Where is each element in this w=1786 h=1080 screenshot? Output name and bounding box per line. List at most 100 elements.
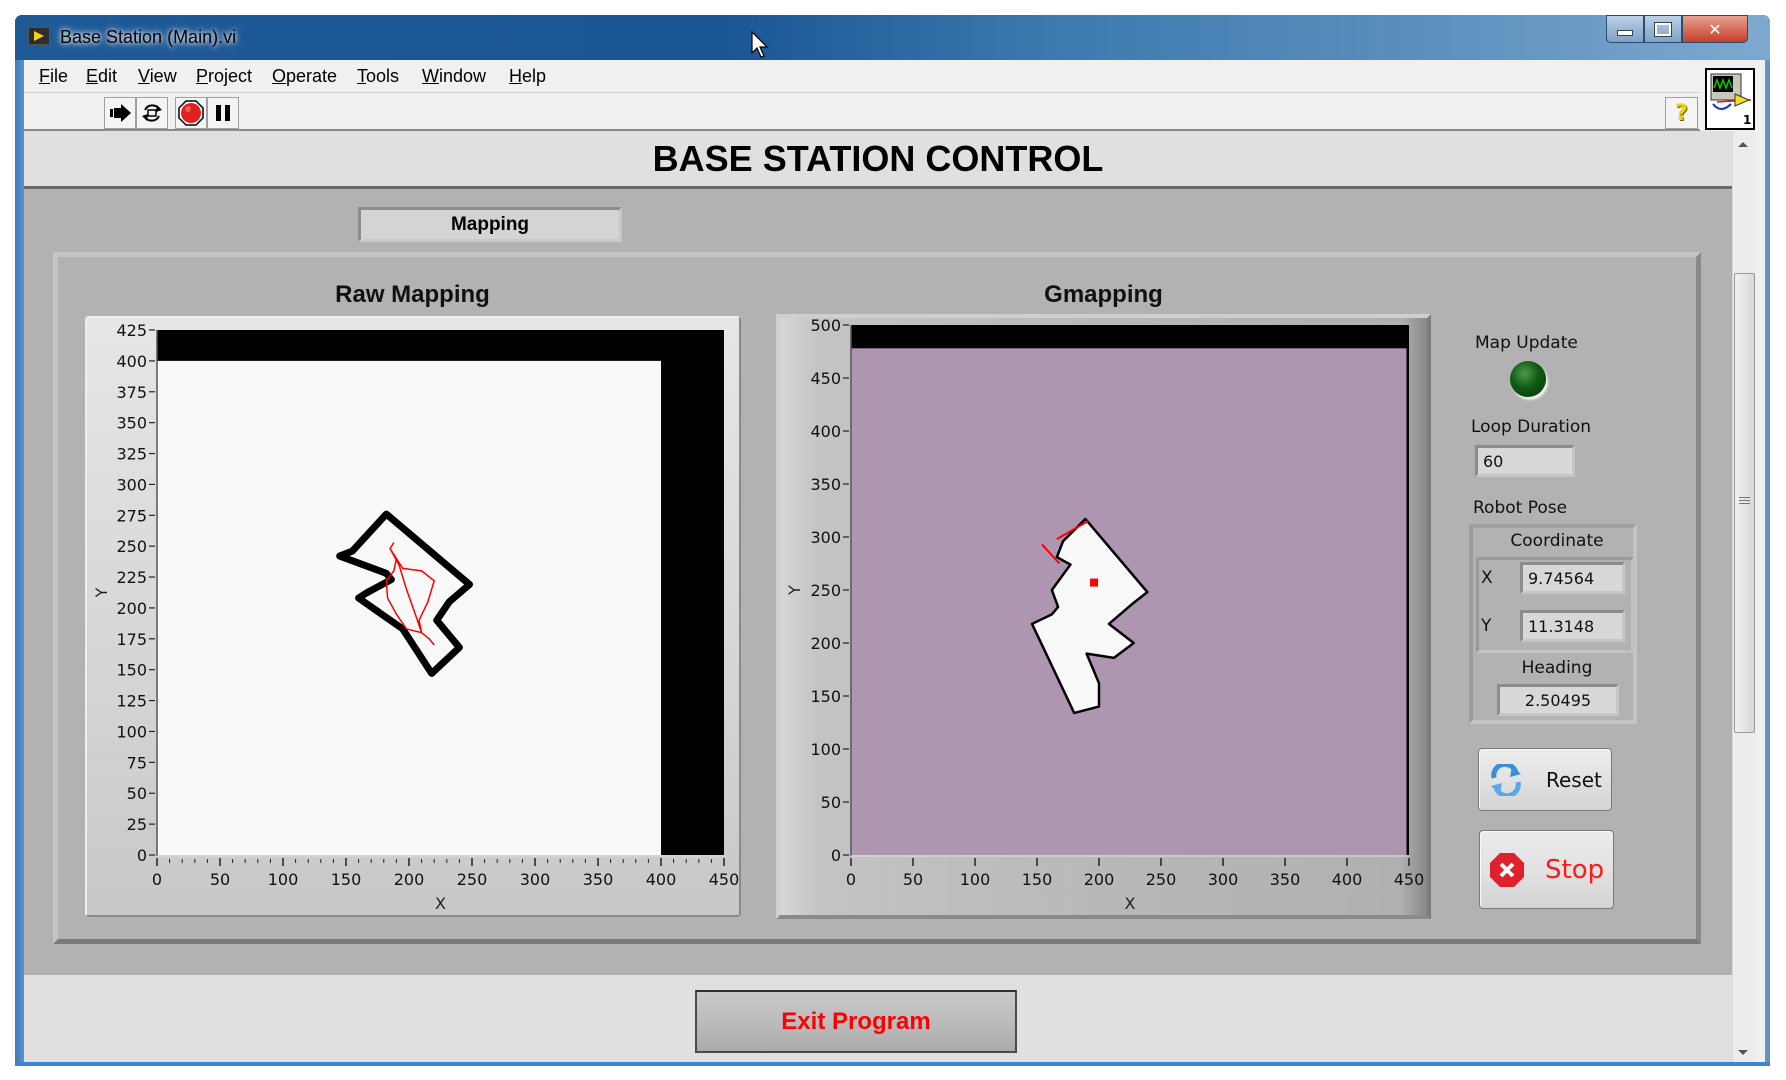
- minimize-button[interactable]: [1606, 15, 1644, 43]
- y-tick-label: 400: [810, 422, 841, 441]
- abort-stop-icon: [178, 100, 204, 126]
- x-label: X: [1481, 568, 1493, 588]
- gmapping-title: Gmapping: [1044, 281, 1163, 308]
- scroll-up-arrow-icon[interactable]: [1738, 142, 1748, 147]
- vi-oscilloscope-icon: 1: [1710, 73, 1751, 127]
- y-axis-label: Y: [785, 585, 804, 596]
- minimize-icon: [1617, 30, 1633, 36]
- close-icon: ✕: [1708, 19, 1722, 39]
- abort-button[interactable]: [175, 97, 207, 129]
- title-bar[interactable]: [15, 15, 1770, 60]
- stop-button[interactable]: Stop: [1479, 830, 1614, 909]
- y-tick-label: 275: [116, 506, 147, 525]
- x-tick-label: 350: [1270, 870, 1301, 889]
- menu-project[interactable]: Project: [196, 66, 252, 87]
- gmapping-chart[interactable]: 0 50 100 150 200 250 300 350 400 450 500 0 50 100 150 2…: [776, 314, 1431, 919]
- pose-x-field: 9.74564: [1520, 562, 1625, 594]
- y-tick-label: 150: [116, 661, 147, 680]
- x-tick-label: 50: [210, 870, 230, 889]
- loop-duration-value: 60: [1483, 451, 1504, 471]
- plot-map-area: [157, 360, 661, 855]
- menu-window[interactable]: Window: [422, 66, 486, 87]
- y-tick-label: 225: [116, 568, 147, 587]
- raw-mapping-title: Raw Mapping: [335, 281, 490, 308]
- heading-field: 2.50495: [1497, 684, 1619, 716]
- run-button[interactable]: [104, 97, 136, 129]
- x-tick-label: 200: [394, 870, 425, 889]
- pose-y-field: 11.3148: [1520, 610, 1625, 642]
- menu-mnemonic: V: [138, 66, 150, 86]
- vi-icon-number: 1: [1743, 113, 1751, 127]
- y-tick-label: 75: [127, 753, 147, 772]
- raw-mapping-chart[interactable]: 0 25 50 75 100 125 150 175 200 225 250 275 300 325 350…: [85, 316, 741, 917]
- close-button[interactable]: ✕: [1682, 15, 1748, 43]
- y-tick-label: 25: [127, 815, 147, 834]
- y-tick-label: 350: [810, 475, 841, 494]
- menu-label-rest: dit: [98, 66, 118, 86]
- menu-label-rest: roject: [208, 66, 253, 86]
- reset-button[interactable]: Reset: [1478, 748, 1612, 811]
- y-tick-label: 200: [116, 599, 147, 618]
- x-tick-label: 100: [268, 870, 299, 889]
- x-tick-label: 350: [583, 870, 614, 889]
- y-tick-label: 0: [831, 846, 841, 865]
- y-label: Y: [1481, 616, 1492, 636]
- robot-pose-label: Robot Pose: [1473, 498, 1568, 518]
- menu-mnemonic: E: [86, 66, 99, 86]
- y-tick-label: 200: [810, 634, 841, 653]
- y-tick-label: 450: [810, 369, 841, 388]
- vi-connector-icon[interactable]: 1: [1705, 68, 1755, 130]
- map-update-label: Map Update: [1475, 333, 1578, 353]
- menu-mnemonic: H: [509, 66, 522, 86]
- scroll-grip-icon: [1739, 497, 1750, 506]
- run-continuously-icon: [142, 104, 162, 122]
- x-tick-label: 250: [1146, 870, 1177, 889]
- maximize-button[interactable]: [1644, 15, 1682, 43]
- scroll-down-arrow-icon[interactable]: [1738, 1050, 1748, 1055]
- desktop-background: [1770, 0, 1786, 1080]
- tab-mapping[interactable]: Mapping: [358, 207, 622, 242]
- labview-vi-icon: [28, 27, 50, 45]
- x-tick-label: 400: [646, 870, 677, 889]
- y-tick-label: 400: [116, 352, 147, 371]
- mouse-cursor-icon: [751, 31, 769, 58]
- y-tick-label: 325: [116, 445, 147, 464]
- exit-program-button[interactable]: Exit Program: [695, 990, 1017, 1053]
- x-tick-label: 200: [1084, 870, 1115, 889]
- run-continuously-button[interactable]: [136, 97, 168, 129]
- stop-label: Stop: [1545, 854, 1605, 885]
- y-tick-label: 150: [810, 687, 841, 706]
- help-icon: ?: [1675, 100, 1688, 126]
- x-tick-label: 0: [846, 870, 856, 889]
- menu-mnemonic: W: [422, 66, 439, 86]
- menu-operate[interactable]: Operate: [272, 66, 337, 87]
- heading-label: Heading: [1521, 658, 1593, 678]
- menu-help[interactable]: Help: [509, 66, 546, 87]
- y-tick-label: 300: [810, 528, 841, 547]
- menu-file[interactable]: File: [39, 66, 68, 87]
- menu-mnemonic: F: [39, 66, 50, 86]
- pose-x-value: 9.74564: [1528, 568, 1595, 588]
- menu-view[interactable]: View: [138, 66, 177, 87]
- loop-duration-field[interactable]: 60: [1475, 445, 1575, 477]
- y-tick-label: 350: [116, 414, 147, 433]
- exit-program-label: Exit Program: [781, 1007, 931, 1035]
- menu-tools[interactable]: Tools: [357, 66, 399, 87]
- y-tick-label: 50: [127, 784, 147, 803]
- pause-button[interactable]: [207, 97, 239, 129]
- coordinate-label: Coordinate: [1510, 531, 1604, 551]
- menu-mnemonic: O: [272, 66, 287, 86]
- context-help-button[interactable]: ?: [1665, 97, 1698, 129]
- x-tick-label: 300: [1208, 870, 1239, 889]
- menu-edit[interactable]: Edit: [86, 66, 117, 87]
- y-tick-label: 175: [116, 630, 147, 649]
- x-tick-label: 250: [457, 870, 488, 889]
- menu-label-rest: indow: [439, 66, 487, 86]
- x-axis-label: X: [435, 894, 446, 913]
- menu-mnemonic: T: [357, 66, 366, 86]
- menu-label-rest: ile: [50, 66, 69, 86]
- x-tick-label: 50: [903, 870, 923, 889]
- robot-position-marker: [1090, 578, 1099, 587]
- run-arrow-icon: [110, 104, 131, 122]
- reset-label: Reset: [1546, 767, 1602, 792]
